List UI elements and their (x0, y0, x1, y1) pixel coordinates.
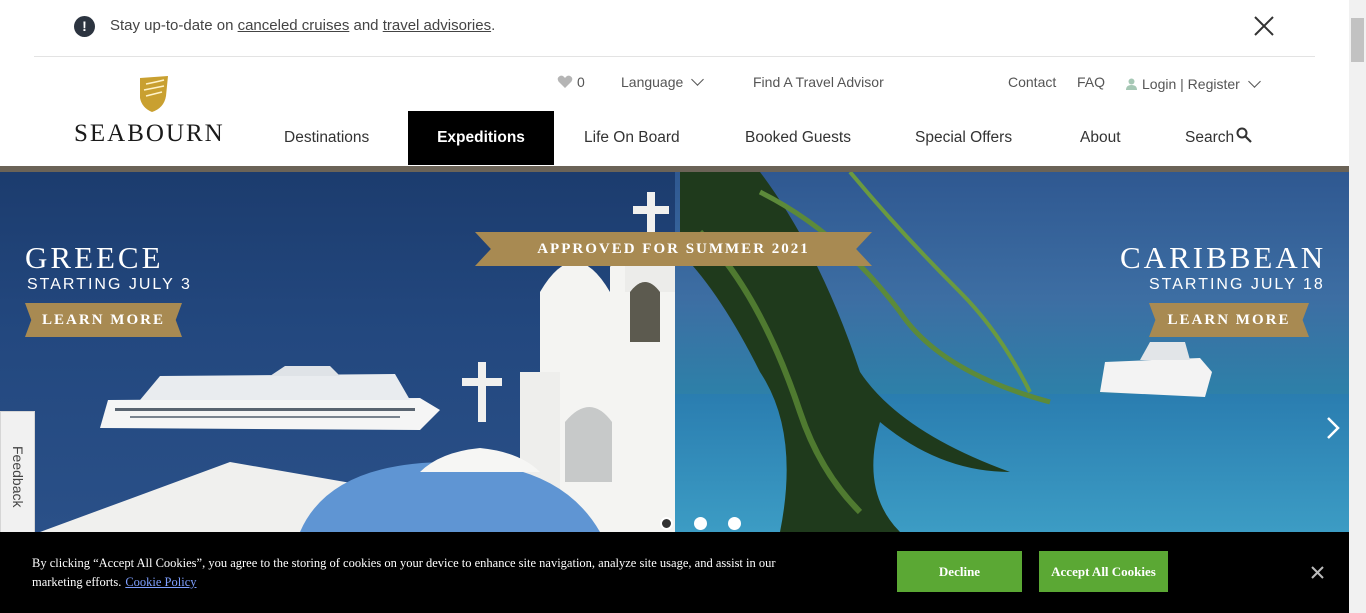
seahorse-emblem-icon (140, 76, 168, 112)
login-register-link[interactable]: Login | Register (1126, 75, 1261, 92)
cruise-ship-right (1100, 342, 1212, 397)
accept-all-cookies-button[interactable]: Accept All Cookies (1039, 551, 1168, 592)
feedback-label: Feedback (10, 446, 26, 508)
seabourn-logo[interactable]: SEABOURN (74, 74, 242, 148)
greece-learn-more-button[interactable]: LEARN MORE (25, 303, 182, 337)
greece-subtitle: STARTING JULY 3 (27, 276, 192, 293)
caribbean-subtitle: STARTING JULY 18 (1149, 276, 1325, 293)
search-icon (1236, 127, 1252, 143)
carousel-dot-2[interactable] (694, 517, 707, 530)
chevron-right-icon[interactable] (1325, 415, 1341, 441)
hero-carousel: APPROVED FOR SUMMER 2021 GREECE STARTING… (0, 172, 1349, 532)
nav-life-on-board[interactable]: Life On Board (584, 111, 680, 165)
scrollbar-track[interactable] (1349, 0, 1366, 613)
alert-bar: ! Stay up-to-date on canceled cruises an… (34, 0, 1315, 57)
exclamation-icon: ! (74, 16, 95, 37)
language-label: Language (621, 74, 684, 90)
cruise-ship-left (100, 366, 440, 430)
alert-prefix: Stay up-to-date on (110, 17, 238, 34)
canceled-cruises-link[interactable]: canceled cruises (238, 17, 350, 34)
nav-special-offers[interactable]: Special Offers (915, 111, 1012, 165)
find-travel-advisor-link[interactable]: Find A Travel Advisor (753, 74, 884, 90)
palm-leaves (680, 172, 1051, 532)
scrollbar-thumb[interactable] (1351, 18, 1364, 62)
nav-expeditions[interactable]: Expeditions (408, 111, 554, 165)
carousel-dot-3[interactable] (728, 517, 741, 530)
feedback-tab[interactable]: Feedback (0, 411, 35, 533)
greece-title: GREECE (25, 240, 164, 275)
favorites-link[interactable]: 0 (557, 74, 585, 90)
approved-banner: APPROVED FOR SUMMER 2021 (475, 232, 872, 266)
contact-link[interactable]: Contact (1008, 74, 1056, 90)
nav-about[interactable]: About (1080, 111, 1121, 165)
nav-search[interactable]: Search (1185, 111, 1252, 165)
caribbean-learn-more-button[interactable]: LEARN MORE (1149, 303, 1309, 337)
close-icon[interactable] (1311, 566, 1324, 579)
alert-suffix: . (491, 17, 496, 34)
faq-link[interactable]: FAQ (1077, 74, 1105, 90)
language-dropdown[interactable]: Language (621, 73, 705, 90)
logo-wordmark: SEABOURN (74, 120, 225, 147)
alert-middle: and (349, 17, 383, 34)
carousel-dot-1[interactable] (660, 517, 673, 530)
chevron-down-icon (691, 73, 705, 86)
nav-booked-guests[interactable]: Booked Guests (745, 111, 851, 165)
close-icon[interactable] (1253, 15, 1275, 37)
chevron-down-icon (1247, 75, 1261, 88)
favorites-count: 0 (577, 74, 585, 90)
decline-button[interactable]: Decline (897, 551, 1022, 592)
alert-message: Stay up-to-date on canceled cruises and … (110, 17, 495, 34)
cookie-message: By clicking “Accept All Cookies”, you ag… (32, 554, 782, 592)
caribbean-title: CARIBBEAN (1120, 240, 1327, 275)
travel-advisories-link[interactable]: travel advisories (383, 17, 491, 34)
login-register-label: Login | Register (1142, 76, 1240, 92)
search-label: Search (1185, 129, 1235, 146)
cookie-policy-link[interactable]: Cookie Policy (125, 575, 196, 589)
user-icon (1126, 78, 1137, 90)
hero-illustration (40, 172, 1212, 532)
nav-destinations[interactable]: Destinations (284, 111, 369, 165)
cookie-consent-bar: By clicking “Accept All Cookies”, you ag… (0, 532, 1349, 613)
heart-icon (557, 75, 573, 88)
